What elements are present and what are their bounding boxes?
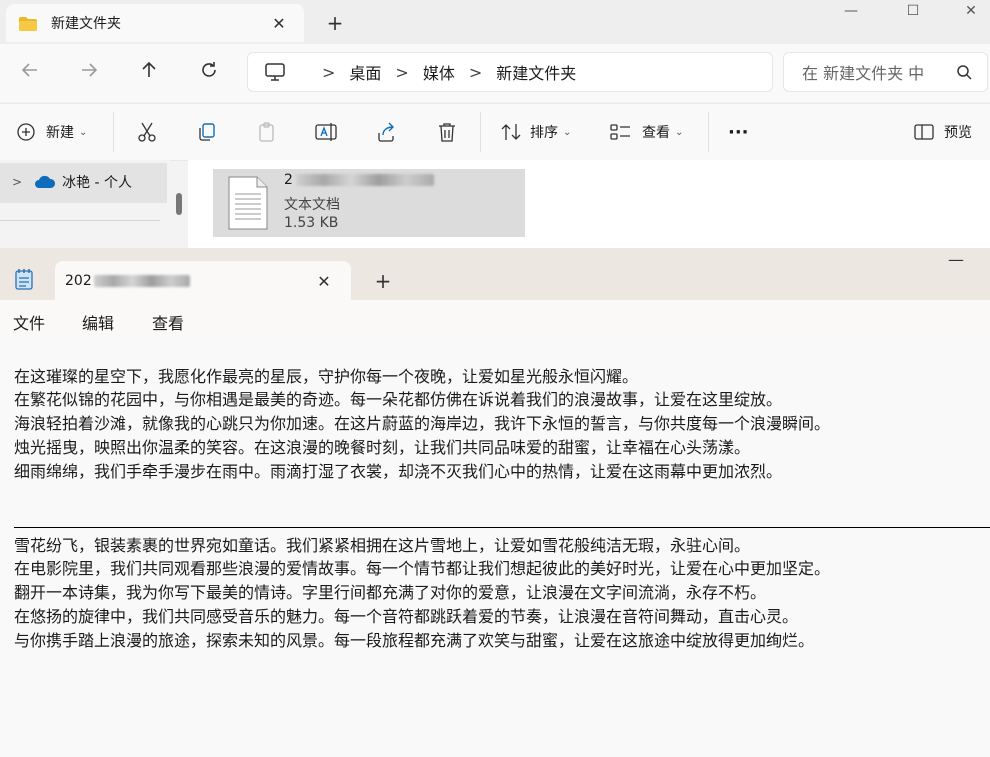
text-line: 细雨绵绵，我们手牵手漫步在雨中。雨滴打湿了衣裳，却浇不灭我们心中的热情，让爱在这… <box>14 462 783 481</box>
text-line: 在电影院里，我们共同观看那些浪漫的爱情故事。每一个情节都让我们想起彼此的美好时光… <box>14 559 831 578</box>
text-line: 海浪轻拍着沙滩，就像我的心跳只为你加速。在这片蔚蓝的海岸边，我许下永恒的誓言，与… <box>14 414 831 433</box>
chevron-down-icon: ⌄ <box>563 126 572 138</box>
sort-icon <box>501 124 521 140</box>
close-window-icon[interactable]: ✕ <box>948 0 990 32</box>
chevron-right-icon: > <box>395 62 409 82</box>
refresh-icon[interactable] <box>192 56 226 90</box>
chevron-right-icon: > <box>322 62 336 82</box>
chevron-down-icon: ⌄ <box>79 126 88 138</box>
notepad-tab-title: 202 <box>65 273 309 289</box>
back-icon[interactable] <box>13 56 47 90</box>
notepad-tab-title-prefix: 202 <box>65 273 92 289</box>
view-icon <box>610 124 630 140</box>
menu-view[interactable]: 查看 <box>152 310 184 334</box>
plus-circle-icon <box>17 123 35 141</box>
divider <box>480 112 481 152</box>
divider <box>113 112 114 152</box>
paste-icon[interactable] <box>253 118 281 146</box>
breadcrumb-new-folder[interactable]: 新建文件夹 <box>496 60 576 84</box>
onedrive-cloud-icon <box>35 175 56 188</box>
file-size: 1.53 KB <box>284 215 339 231</box>
cut-icon[interactable] <box>133 118 161 146</box>
blurred-text <box>295 174 434 186</box>
search-icon <box>955 63 973 81</box>
chevron-down-icon: ⌄ <box>675 126 684 138</box>
computer-icon <box>264 63 286 81</box>
maximize-icon[interactable]: ☐ <box>890 0 936 32</box>
explorer-tab-title: 新建文件夹 <box>51 16 121 32</box>
text-line: 在悠扬的旋律中，我们共同感受音乐的魅力。每一个音符都跳跃着爱的节奏，让浪漫在音符… <box>14 607 799 626</box>
explorer-tab[interactable]: 新建文件夹 ✕ <box>6 4 304 42</box>
chevron-right-icon: > <box>468 62 483 82</box>
copy-icon[interactable] <box>193 118 221 146</box>
text-line: 烛光摇曳，映照出你温柔的笑容。在这浪漫的晚餐时刻，让我们共同品味爱的甜蜜，让幸福… <box>14 438 751 457</box>
notepad-tab[interactable]: 202 ✕ <box>55 261 351 301</box>
text-line: 翻开一本诗集，我为你写下最美的情诗。字里行间都充满了对你的爱意，让浪漫在文字间流… <box>14 583 767 602</box>
nav-item-onedrive[interactable]: > 冰艳 - 个人 <box>12 170 132 194</box>
menu-file[interactable]: 文件 <box>13 310 45 334</box>
breadcrumb-media[interactable]: 媒体 <box>423 60 455 84</box>
view-label: 查看 <box>642 125 670 141</box>
nav-divider <box>0 220 160 221</box>
text-line: 雪花纷飞，银装素裹的世界宛如童话。我们紧紧相拥在这片雪地上，让爱如雪花般纯洁无瑕… <box>14 536 751 555</box>
text-line: 与你携手踏上浪漫的旅途，探索未知的风景。每一段旅程都充满了欢笑与甜蜜，让爱在这旅… <box>14 631 815 650</box>
nav-scrollbar[interactable] <box>176 193 182 215</box>
preview-pane-icon <box>914 124 934 140</box>
text-document-icon <box>226 176 270 230</box>
menu-bar <box>0 300 990 343</box>
nav-item-label: 冰艳 - 个人 <box>62 175 133 191</box>
divider <box>708 112 709 152</box>
new-tab-icon[interactable]: + <box>370 268 396 294</box>
close-tab-icon[interactable]: ✕ <box>309 272 339 291</box>
rename-icon[interactable] <box>312 118 340 146</box>
new-button[interactable]: 新建 ⌄ <box>16 118 87 146</box>
sort-label: 排序 <box>530 125 558 141</box>
minimize-icon[interactable]: — <box>946 250 966 270</box>
file-name: 2 <box>284 172 434 188</box>
breadcrumb-desktop[interactable]: 桌面 <box>349 60 381 84</box>
share-icon[interactable] <box>372 118 400 146</box>
more-options-button[interactable]: ··· <box>728 118 749 146</box>
search-input[interactable]: 在 新建文件夹 中 <box>783 52 988 92</box>
text-line: 在这璀璨的星空下，我愿化作最亮的星辰，守护你每一个夜晚，让爱如星光般永恒闪耀。 <box>14 367 639 386</box>
file-name-prefix: 2 <box>284 172 293 188</box>
view-button[interactable]: 查看 ⌄ <box>610 118 683 146</box>
new-tab-icon[interactable]: + <box>322 10 348 36</box>
text-line: 在繁花似锦的花园中，与你相遇是最美的奇迹。每一朵花都仿佛在诉说着我们的浪漫故事，… <box>14 390 783 409</box>
blurred-text <box>93 275 190 287</box>
menu-edit[interactable]: 编辑 <box>82 310 114 334</box>
horizontal-rule <box>14 527 990 528</box>
up-icon[interactable] <box>132 56 166 90</box>
preview-button[interactable]: 预览 <box>914 118 972 146</box>
address-bar[interactable]: > 桌面 > 媒体 > 新建文件夹 <box>247 52 773 92</box>
close-tab-icon[interactable]: ✕ <box>264 14 294 33</box>
chevron-right-icon: > <box>12 175 23 189</box>
folder-icon <box>19 16 37 31</box>
new-label: 新建 <box>46 125 74 141</box>
minimize-icon[interactable]: — <box>828 0 874 32</box>
file-type: 文本文档 <box>284 197 340 213</box>
search-placeholder: 在 新建文件夹 中 <box>802 64 925 83</box>
delete-icon[interactable] <box>433 118 461 146</box>
forward-icon[interactable] <box>72 56 106 90</box>
sort-button[interactable]: 排序 ⌄ <box>500 118 571 146</box>
preview-label: 预览 <box>944 125 972 141</box>
notepad-app-icon <box>14 268 34 290</box>
